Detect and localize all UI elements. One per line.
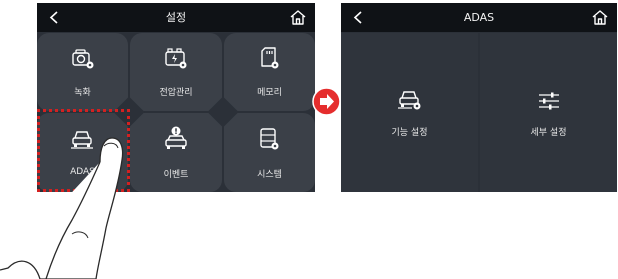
car-event-icon bbox=[164, 126, 188, 151]
tile-memory[interactable]: 메모리 bbox=[224, 33, 315, 111]
tile-function-settings[interactable]: 기능 설정 bbox=[341, 33, 478, 192]
tile-system[interactable]: 시스템 bbox=[224, 113, 315, 192]
tile-recording[interactable]: 녹화 bbox=[37, 33, 128, 111]
car-settings-icon bbox=[397, 89, 422, 111]
tile-label: 메모리 bbox=[257, 88, 282, 98]
tile-label: 기능 설정 bbox=[391, 128, 428, 138]
sliders-icon bbox=[537, 91, 561, 111]
tile-label: 시스템 bbox=[257, 170, 282, 180]
home-button[interactable] bbox=[591, 9, 609, 26]
tile-label: 세부 설정 bbox=[530, 128, 567, 138]
memory-card-icon bbox=[259, 46, 281, 70]
tile-label: 녹화 bbox=[74, 88, 91, 98]
screen-title: 설정 bbox=[165, 11, 187, 24]
home-button[interactable] bbox=[289, 9, 307, 26]
tile-label: 이벤트 bbox=[163, 170, 189, 180]
adas-screen: ADAS 기능 설정 세부 설정 bbox=[341, 3, 617, 192]
tile-label: 전압관리 bbox=[159, 88, 193, 98]
next-step-arrow-icon bbox=[312, 87, 341, 116]
tile-detail-settings[interactable]: 세부 설정 bbox=[480, 33, 617, 192]
tile-voltage[interactable]: 전압관리 bbox=[130, 33, 222, 111]
pointing-finger-icon bbox=[0, 137, 124, 279]
screen-title: ADAS bbox=[463, 11, 495, 24]
dashcam-record-icon bbox=[71, 48, 95, 70]
voltage-battery-icon bbox=[164, 48, 188, 70]
tile-event[interactable]: 이벤트 bbox=[130, 113, 222, 192]
system-settings-icon bbox=[259, 127, 281, 151]
top-bar: 설정 bbox=[37, 3, 315, 32]
top-bar: ADAS bbox=[341, 3, 617, 32]
